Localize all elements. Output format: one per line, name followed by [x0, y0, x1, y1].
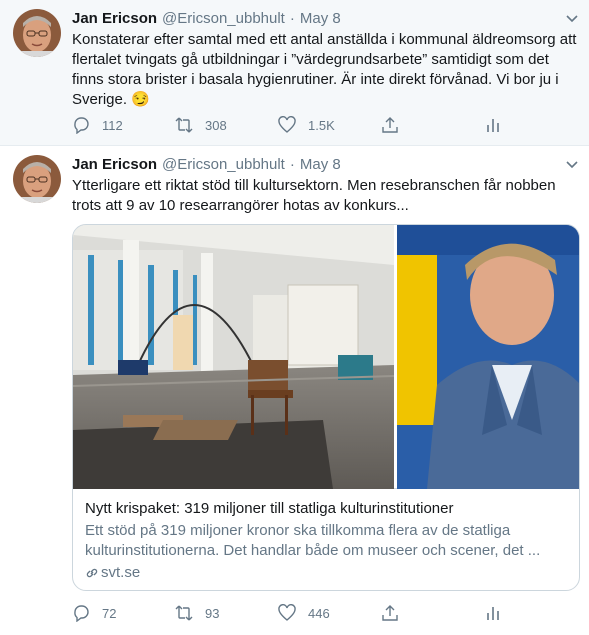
share-icon — [382, 117, 398, 133]
tweet[interactable]: Jan Ericson @Ericson_ubbhult · May 8 Ytt… — [0, 146, 589, 635]
separator: · — [289, 155, 295, 173]
share-button[interactable] — [381, 604, 484, 622]
separator: · — [289, 9, 295, 27]
reply-count: 112 — [102, 117, 123, 133]
retweet-icon — [175, 117, 193, 133]
reply-button[interactable]: 112 — [72, 116, 175, 134]
share-icon — [382, 605, 398, 621]
reply-icon — [74, 117, 89, 134]
gallery-image — [73, 225, 394, 489]
reply-button[interactable]: 72 — [72, 604, 175, 622]
retweet-icon — [175, 605, 193, 621]
tweet-actions: 112 308 1.5K — [72, 115, 587, 135]
share-button[interactable] — [381, 116, 484, 134]
tweet-header: Jan Ericson @Ericson_ubbhult · May 8 — [72, 9, 579, 27]
author-handle[interactable]: @Ericson_ubbhult — [162, 156, 285, 173]
tweet-actions: 72 93 446 — [72, 603, 587, 623]
analytics-button[interactable] — [484, 116, 587, 134]
chevron-down-icon[interactable] — [565, 157, 579, 171]
retweet-count: 308 — [205, 117, 227, 133]
retweet-count: 93 — [205, 605, 220, 621]
like-button[interactable]: 446 — [278, 604, 381, 622]
reply-icon — [74, 605, 89, 622]
tweet[interactable]: Jan Ericson @Ericson_ubbhult · May 8 Kon… — [0, 0, 589, 146]
analytics-icon — [487, 607, 499, 620]
heart-icon — [278, 604, 296, 621]
tweet-date[interactable]: May 8 — [300, 10, 341, 27]
author-name[interactable]: Jan Ericson — [72, 10, 157, 27]
like-count: 446 — [308, 605, 330, 621]
heart-icon — [278, 116, 296, 133]
like-count: 1.5K — [308, 117, 335, 133]
analytics-icon — [487, 119, 499, 132]
card-images — [73, 225, 579, 489]
tweet-date[interactable]: May 8 — [300, 156, 341, 173]
tweet-text: Ytterligare ett riktat stöd till kulturs… — [72, 177, 556, 214]
retweet-button[interactable]: 93 — [175, 604, 278, 622]
reply-count: 72 — [102, 605, 117, 621]
link-card[interactable]: Nytt krispaket: 319 miljoner till statli… — [72, 224, 580, 591]
portrait-image — [397, 225, 579, 489]
chevron-down-icon[interactable] — [565, 11, 579, 25]
card-domain: svt.se — [101, 564, 141, 581]
author-name[interactable]: Jan Ericson — [72, 156, 157, 173]
card-description: Ett stöd på 319 miljoner kronor ska till… — [85, 522, 541, 559]
author-handle[interactable]: @Ericson_ubbhult — [162, 10, 285, 27]
analytics-button[interactable] — [484, 604, 587, 622]
card-title: Nytt krispaket: 319 miljoner till statli… — [85, 500, 454, 517]
tweet-header: Jan Ericson @Ericson_ubbhult · May 8 — [72, 155, 579, 173]
avatar[interactable] — [13, 155, 61, 203]
tweet-text: Konstaterar efter samtal med ett antal a… — [72, 31, 577, 108]
retweet-button[interactable]: 308 — [175, 116, 278, 134]
avatar[interactable] — [13, 9, 61, 57]
link-icon — [86, 568, 98, 578]
like-button[interactable]: 1.5K — [278, 116, 381, 134]
